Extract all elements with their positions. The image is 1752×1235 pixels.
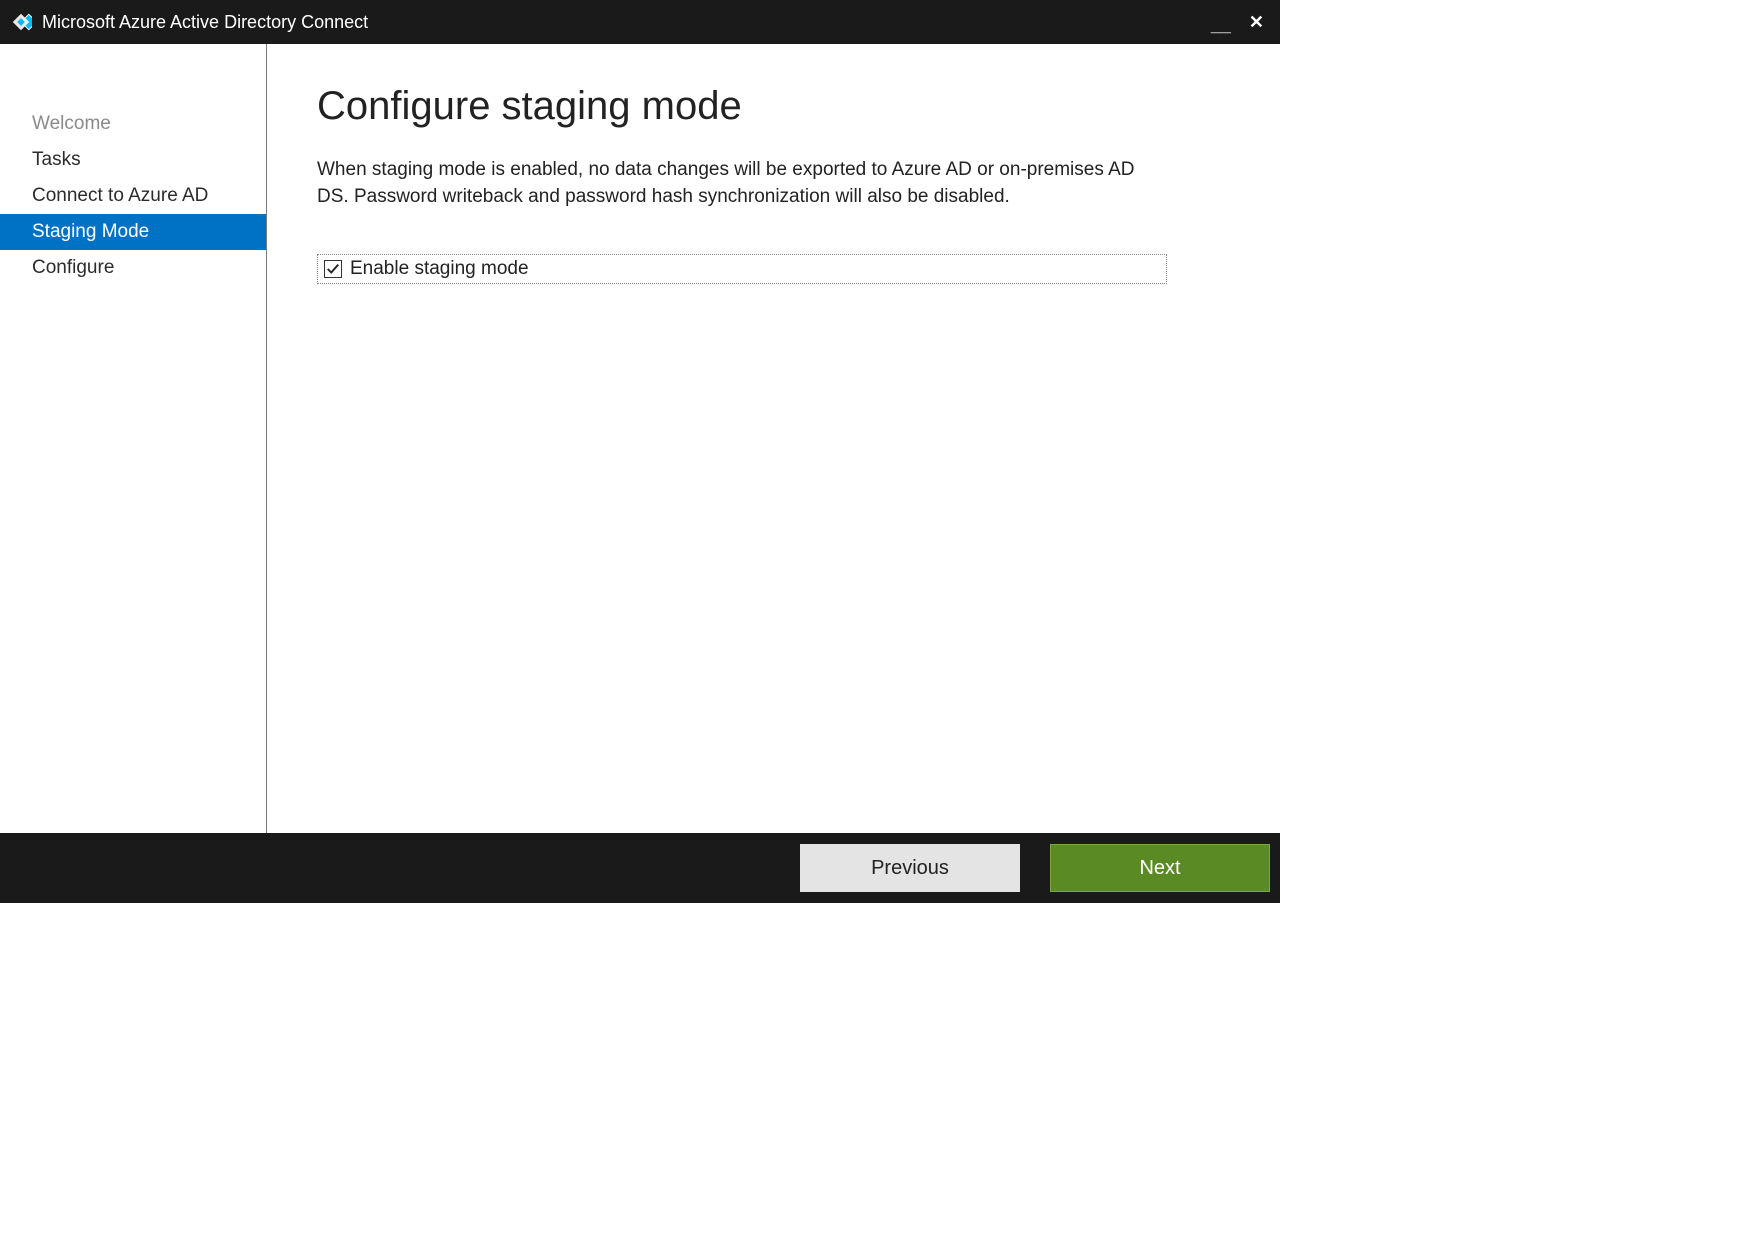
window-title: Microsoft Azure Active Directory Connect <box>42 12 1211 33</box>
page-heading: Configure staging mode <box>317 84 1232 129</box>
sidebar-item-tasks[interactable]: Tasks <box>0 142 266 178</box>
sidebar-item-label: Configure <box>32 257 114 278</box>
next-button[interactable]: Next <box>1050 844 1270 892</box>
minimize-icon[interactable]: __ <box>1211 16 1231 34</box>
sidebar-item-label: Staging Mode <box>32 221 149 242</box>
body-area: Welcome Tasks Connect to Azure AD Stagin… <box>0 44 1280 833</box>
sidebar-item-welcome[interactable]: Welcome <box>0 106 266 142</box>
close-icon[interactable]: ✕ <box>1249 13 1264 31</box>
enable-staging-checkbox[interactable]: Enable staging mode <box>317 254 1167 284</box>
sidebar: Welcome Tasks Connect to Azure AD Stagin… <box>0 44 267 833</box>
page-description: When staging mode is enabled, no data ch… <box>317 157 1147 210</box>
main-content: Configure staging mode When staging mode… <box>267 44 1280 833</box>
footer: Previous Next <box>0 833 1280 903</box>
sidebar-item-configure[interactable]: Configure <box>0 250 266 286</box>
azure-logo-icon <box>10 11 32 33</box>
window-controls: __ ✕ <box>1211 13 1270 31</box>
titlebar: Microsoft Azure Active Directory Connect… <box>0 0 1280 44</box>
previous-button[interactable]: Previous <box>800 844 1020 892</box>
sidebar-item-label: Tasks <box>32 149 81 170</box>
sidebar-item-label: Welcome <box>32 113 111 134</box>
sidebar-item-connect-azure-ad[interactable]: Connect to Azure AD <box>0 178 266 214</box>
checkbox-icon <box>324 260 342 278</box>
sidebar-item-label: Connect to Azure AD <box>32 185 208 206</box>
checkbox-label: Enable staging mode <box>350 258 529 280</box>
sidebar-item-staging-mode[interactable]: Staging Mode <box>0 214 266 250</box>
